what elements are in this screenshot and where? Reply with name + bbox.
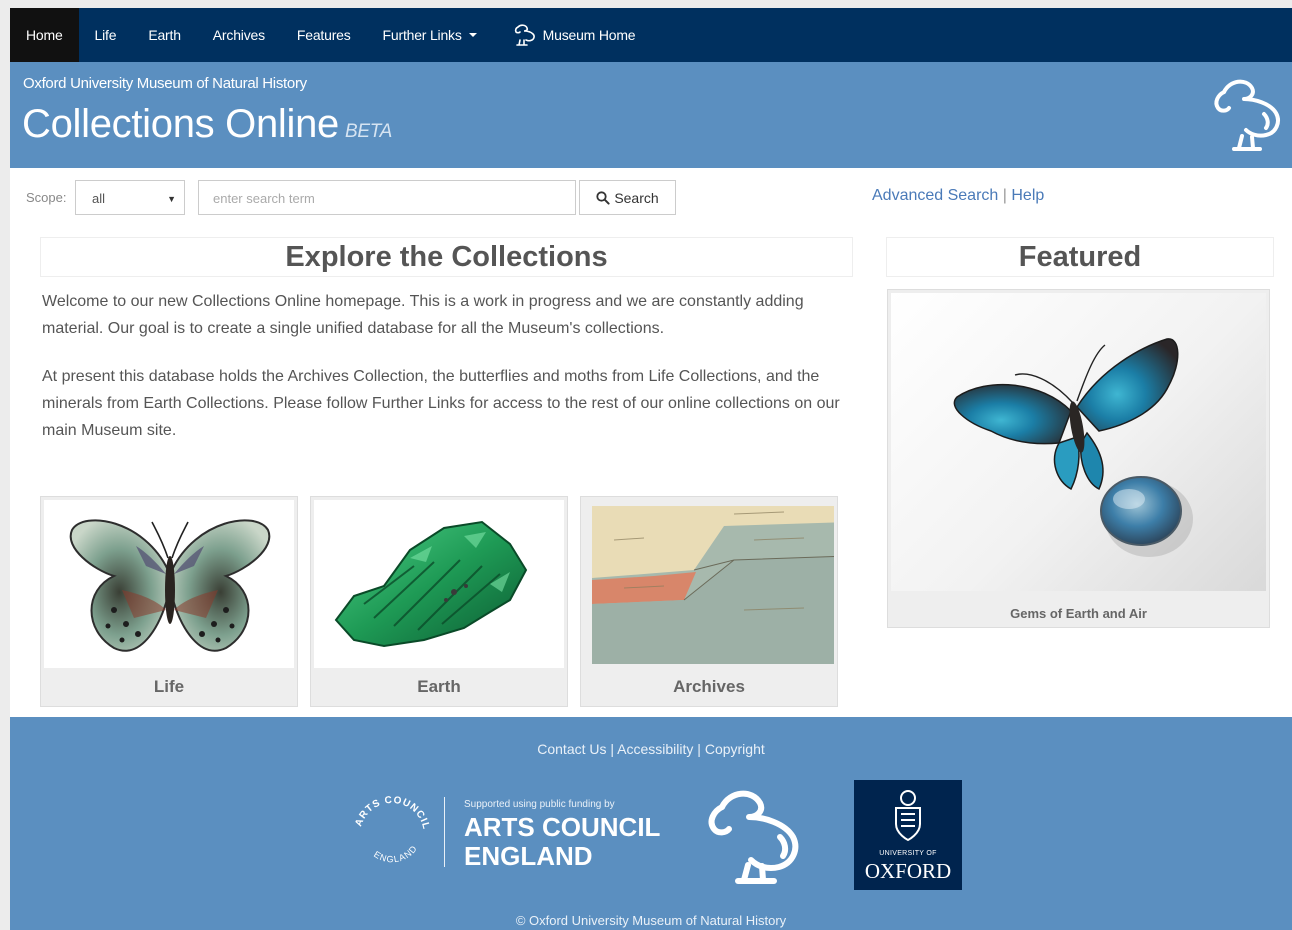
oxford-university-label: UNIVERSITY OF: [879, 850, 937, 857]
ace-divider: [444, 797, 445, 867]
footer-separator: |: [697, 741, 701, 757]
ace-name-line-2: ENGLAND: [464, 841, 593, 871]
geological-map-image: [592, 506, 834, 664]
earth-image: [314, 500, 564, 668]
intro-paragraph-2: At present this database holds the Archi…: [42, 368, 840, 439]
search-links: Advanced Search | Help: [872, 187, 1044, 205]
page-title: Collections Online BETA: [22, 102, 392, 147]
page-title-text: Collections Online: [22, 102, 339, 146]
accessibility-link[interactable]: Accessibility: [617, 741, 693, 757]
advanced-search-link[interactable]: Advanced Search: [872, 187, 998, 204]
footer-links: Contact Us | Accessibility | Copyright: [10, 741, 1292, 757]
link-separator: |: [1002, 187, 1007, 204]
beta-badge: BETA: [344, 121, 392, 142]
copyright-link[interactable]: Copyright: [705, 741, 765, 757]
explore-heading: Explore the Collections: [40, 237, 853, 277]
tile-archives-label: Archives: [673, 677, 745, 696]
nav-further-links-label: Further Links: [382, 27, 462, 43]
tile-archives[interactable]: Archives: [580, 496, 838, 707]
browser-page: Home Life Earth Archives Features Furthe…: [10, 8, 1292, 930]
life-image: [44, 500, 294, 668]
nav-museum-home-label: Museum Home: [542, 27, 636, 43]
malachite-image: [334, 520, 528, 648]
nav-home[interactable]: Home: [10, 8, 79, 62]
oxford-university-logo[interactable]: UNIVERSITY OF OXFORD: [854, 780, 962, 890]
footer-separator: |: [610, 741, 615, 757]
butterfly-image: [69, 519, 271, 652]
footer-copyright: © Oxford University Museum of Natural Hi…: [515, 913, 787, 928]
nav-earth-label: Earth: [148, 27, 181, 43]
search-button[interactable]: Search: [579, 180, 676, 215]
ace-supported-text: Supported using public funding by: [464, 799, 615, 810]
top-nav: Home Life Earth Archives Features Furthe…: [10, 8, 1292, 62]
search-input[interactable]: enter search term: [198, 180, 576, 215]
nav-home-label: Home: [26, 27, 63, 43]
featured-image: [891, 293, 1266, 591]
search-bar: Scope: all ▼ enter search term Search Adv…: [10, 180, 1292, 220]
dodo-icon: [514, 24, 535, 46]
ace-ring-top-text: ARTS COUNCIL: [353, 795, 430, 831]
nav-earth[interactable]: Earth: [132, 8, 196, 62]
dodo-icon: [708, 790, 799, 884]
search-icon: [596, 190, 610, 205]
site-header: Oxford University Museum of Natural Hist…: [10, 62, 1292, 168]
nav-features[interactable]: Features: [281, 8, 367, 62]
nav-life[interactable]: Life: [79, 8, 133, 62]
nav-archives-label: Archives: [212, 27, 265, 43]
tile-life[interactable]: Life: [40, 496, 298, 707]
nav-museum-home[interactable]: Museum Home: [493, 8, 652, 62]
intro-text: Welcome to our new Collections Online ho…: [42, 288, 857, 444]
featured-caption: Gems of Earth and Air: [1010, 606, 1147, 621]
dodo-icon: [1214, 79, 1280, 151]
search-button-label: Search: [614, 189, 659, 206]
ace-name-line-1: ARTS COUNCIL: [464, 812, 661, 842]
ace-name: ARTS COUNCIL ENGLAND: [464, 813, 660, 871]
tile-life-label: Life: [153, 677, 185, 696]
nav-archives[interactable]: Archives: [197, 8, 281, 62]
featured-heading: Featured: [886, 237, 1274, 277]
svg-text:ARTS COUNCIL: ARTS COUNCIL: [353, 795, 431, 831]
search-placeholder: enter search term: [213, 191, 315, 206]
chevron-down-icon: ▼: [167, 194, 176, 204]
site-footer: Contact Us | Accessibility | Copyright A…: [10, 717, 1292, 930]
ace-ring-bottom-text: ENGLAND: [372, 843, 418, 864]
scope-select[interactable]: all ▼: [75, 180, 185, 215]
scope-label: Scope:: [26, 190, 67, 205]
contact-link[interactable]: Contact Us: [537, 741, 606, 757]
nav-features-label: Features: [296, 27, 351, 43]
tile-earth-label: Earth: [417, 677, 461, 696]
arts-council-ring-icon: ARTS COUNCIL ENGLAND: [353, 795, 431, 865]
scope-value: all: [92, 191, 106, 206]
oxford-crest-icon: [895, 790, 921, 842]
nav-further-links-dropdown[interactable]: Further Links: [367, 8, 493, 62]
nav-life-label: Life: [94, 27, 117, 43]
oxford-name: OXFORD: [864, 859, 952, 883]
arts-council-logo: ARTS COUNCIL ENGLAND Supported using pub…: [350, 789, 670, 879]
museum-name: Oxford University Museum of Natural Hist…: [23, 75, 307, 92]
gems-butterfly-image: [953, 338, 1193, 557]
chevron-down-icon: [468, 33, 477, 37]
archives-image: [584, 500, 834, 668]
tile-earth[interactable]: Earth: [310, 496, 568, 707]
help-link[interactable]: Help: [1011, 187, 1044, 204]
featured-card[interactable]: Gems of Earth and Air: [887, 289, 1270, 628]
svg-text:ENGLAND: ENGLAND: [372, 843, 419, 864]
intro-paragraph-1: Welcome to our new Collections Online ho…: [42, 293, 804, 337]
